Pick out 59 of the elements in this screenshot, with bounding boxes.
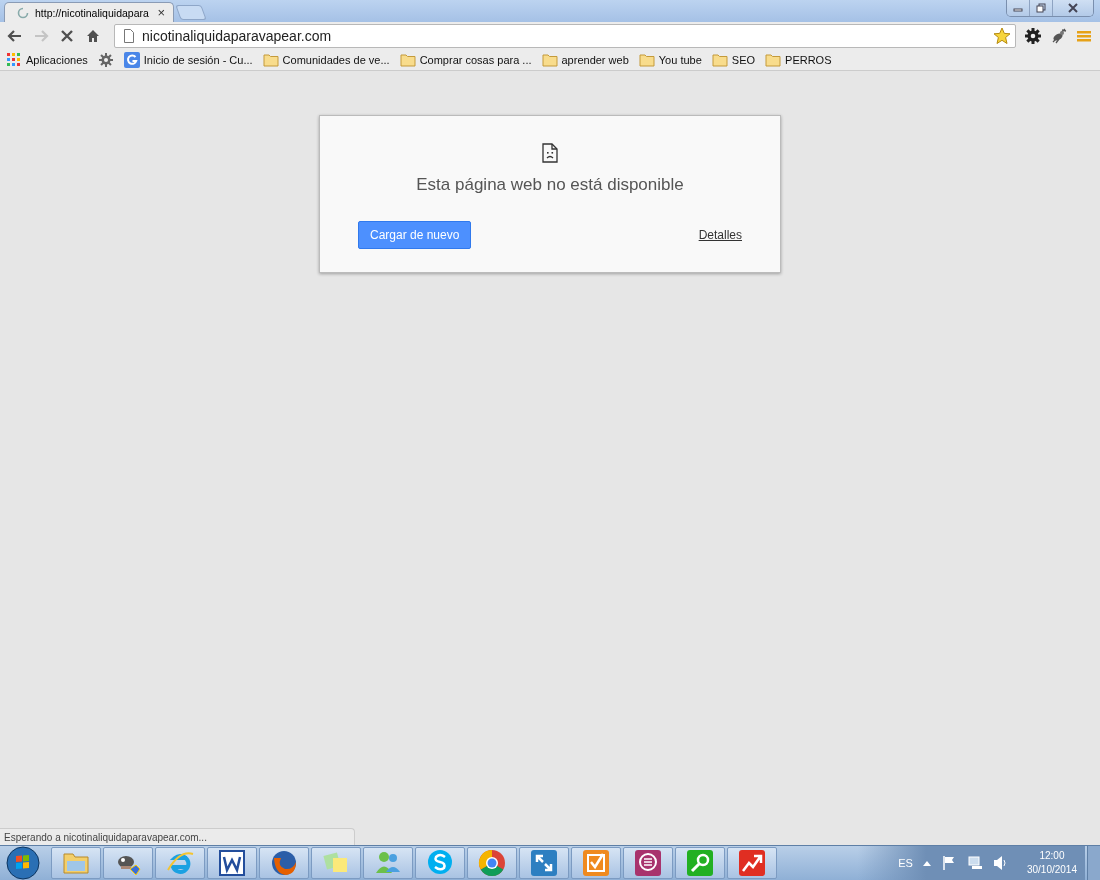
folder-icon xyxy=(399,52,416,68)
taskbar-button[interactable] xyxy=(103,847,153,879)
bookmark-item[interactable]: Inicio de sesión - Cu... xyxy=(123,52,253,68)
speaker-icon[interactable] xyxy=(992,855,1007,871)
letter-g-icon xyxy=(123,52,140,68)
address-bar[interactable]: nicotinaliquidaparavapear.com xyxy=(114,24,1016,48)
folder-icon xyxy=(262,52,279,68)
back-arrow-icon xyxy=(7,28,23,44)
show-desktop-button[interactable] xyxy=(1087,846,1100,880)
bookmark-item[interactable]: Comprar cosas para ... xyxy=(399,52,532,68)
close-window-button[interactable] xyxy=(1052,0,1093,16)
taskbar-button[interactable] xyxy=(623,847,673,879)
status-bubble: Esperando a nicotinaliquidaparavapear.com... xyxy=(0,828,355,845)
minimize-button[interactable] xyxy=(1007,0,1029,16)
taskbar-button[interactable] xyxy=(259,847,309,879)
document-icon xyxy=(217,848,247,878)
start-button[interactable] xyxy=(3,846,43,880)
tab-title: http://nicotinaliquidapara xyxy=(35,6,150,19)
up-triangle-icon[interactable] xyxy=(922,860,931,866)
url-text: nicotinaliquidaparavapear.com xyxy=(142,28,333,44)
magnifier-icon xyxy=(685,848,715,878)
checkbox-icon xyxy=(581,848,611,878)
menu-icon[interactable] xyxy=(1076,28,1092,44)
taskbar-button[interactable] xyxy=(727,847,777,879)
folder-icon xyxy=(541,52,558,68)
taskbar-button[interactable] xyxy=(207,847,257,879)
error-heading: Esta página web no está disponible xyxy=(416,175,684,195)
taskbar-button[interactable] xyxy=(467,847,517,879)
bookmark-item[interactable]: aprender web xyxy=(541,52,629,68)
close-tab-button[interactable]: × xyxy=(157,5,165,20)
details-link[interactable]: Detalles xyxy=(698,228,742,242)
forward-arrow-icon xyxy=(33,28,49,44)
page-icon xyxy=(123,29,135,43)
home-icon xyxy=(85,28,101,44)
bookmark-item[interactable]: Aplicaciones xyxy=(6,52,88,68)
bookmark-item[interactable]: PERROS xyxy=(765,52,832,68)
chat-bubble-icon xyxy=(633,848,663,878)
stop-x-icon xyxy=(59,28,75,44)
folder-icon xyxy=(638,52,655,68)
bookmark-item[interactable]: SEO xyxy=(711,52,756,68)
gear-icon[interactable] xyxy=(1024,27,1042,45)
arrows-icon xyxy=(529,848,559,878)
bookmark-item[interactable]: Comunidades de ve... xyxy=(262,52,390,68)
browser-tab[interactable]: http://nicotinaliquidapara × xyxy=(4,2,174,22)
windows-logo-icon xyxy=(6,846,40,880)
restore-icon xyxy=(1036,3,1046,13)
bookmark-item[interactable]: You tube xyxy=(638,52,702,68)
new-tab-button[interactable] xyxy=(175,5,207,20)
flag-icon[interactable] xyxy=(940,855,957,871)
chrome-logo-icon xyxy=(477,848,507,878)
folder-icon xyxy=(711,52,728,68)
loading-spinner-icon xyxy=(17,6,29,19)
apps-grid-icon xyxy=(6,52,22,68)
close-icon xyxy=(1068,3,1078,13)
restore-button[interactable] xyxy=(1029,0,1052,16)
folder-icon xyxy=(765,52,782,68)
taskbar-button[interactable] xyxy=(519,847,569,879)
network-computer-icon[interactable] xyxy=(966,855,983,871)
sad-page-icon xyxy=(542,143,558,163)
